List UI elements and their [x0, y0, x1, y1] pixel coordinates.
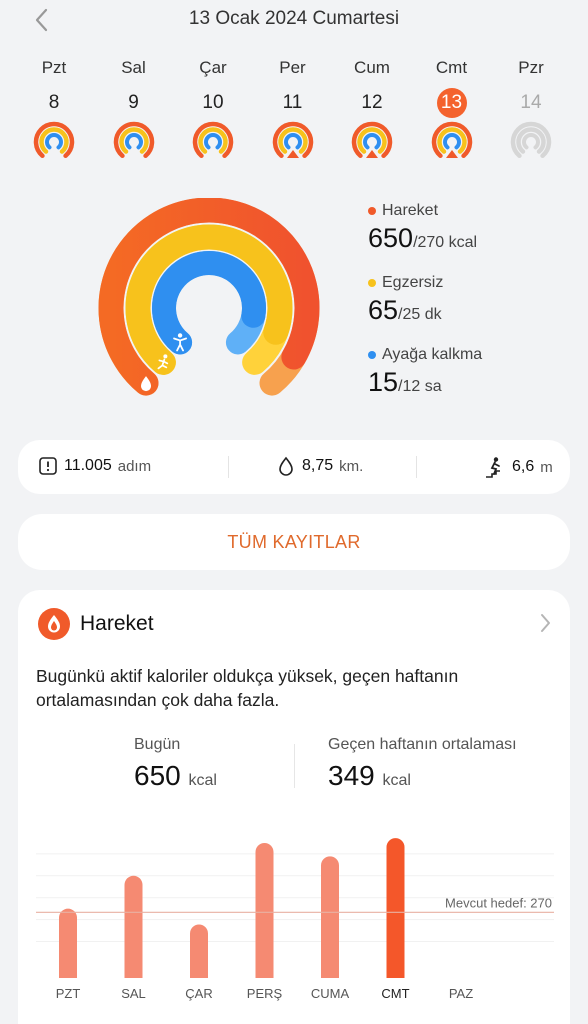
mini-rings-icon: [272, 121, 313, 159]
day-number: 11: [282, 92, 303, 113]
distance-stat: 8,75 km.: [276, 456, 363, 476]
day-number: 12: [361, 92, 383, 113]
exercise-value: 65/25 dk: [368, 295, 442, 325]
bar-cmt: [386, 838, 405, 978]
climb-stat: 6,6 m: [484, 456, 553, 478]
average-value: 349 kcal: [328, 760, 411, 791]
day-cum[interactable]: Cum 12: [332, 52, 412, 164]
day-name: Cum: [354, 58, 390, 77]
weekly-calories-chart: PZT SAL ÇAR PERŞ CUMA CMT PAZ Mevcut hedef: 270: [36, 838, 554, 1001]
day-number: 14: [520, 92, 542, 113]
x-tick-label: CMT: [381, 986, 409, 1001]
activity-rings: [98, 198, 320, 396]
top-bar: 13 Ocak 2024 Cumartesi: [0, 0, 588, 40]
day-pzr[interactable]: Pzr 14: [491, 52, 571, 164]
stairs-climb-icon: [486, 457, 500, 478]
divider: [416, 456, 417, 478]
week-selector: Pzt 8 Sal 9 Çar 10 Per 11 Cum 12 Cmt 13 Pzr 14: [14, 52, 574, 172]
day-çar[interactable]: Çar 10: [173, 52, 253, 164]
x-tick-label: PERŞ: [247, 986, 283, 1001]
day-number: 10: [202, 92, 224, 113]
day-number: 8: [48, 92, 60, 113]
today-summary: Bugün 650 kcal: [134, 736, 217, 792]
stand-dot: [368, 351, 376, 359]
exercise-dot: [368, 279, 376, 287]
stand-legend: Ayağa kalkma 15/12 sa: [368, 342, 578, 414]
climb-unit: m: [540, 458, 553, 476]
move-card[interactable]: Hareket Bugünkü aktif kaloriler oldukça …: [18, 590, 570, 1024]
steps-stat: 11.005 adım: [38, 456, 151, 476]
bar-perş: [255, 842, 274, 978]
divider: [294, 744, 295, 788]
distance-value: 8,75: [302, 457, 334, 474]
today-value: 650 kcal: [134, 760, 217, 791]
day-per[interactable]: Per 11: [253, 52, 333, 164]
goal-label: Mevcut hedef: 270: [445, 895, 552, 910]
x-tick-label: PZT: [56, 986, 81, 1001]
move-legend: Hareket 650/270 kcal: [368, 198, 578, 270]
mini-rings-icon: [510, 121, 552, 159]
day-number: 9: [128, 92, 139, 113]
move-dot: [368, 207, 376, 215]
day-pzt[interactable]: Pzt 8: [14, 52, 94, 164]
day-cmt[interactable]: Cmt 13: [412, 52, 492, 164]
chevron-right-icon[interactable]: [538, 612, 552, 634]
day-name: Per: [279, 58, 306, 77]
x-tick-label: PAZ: [449, 986, 473, 1001]
day-name: Pzt: [41, 58, 67, 77]
climb-value: 6,6: [512, 458, 535, 475]
steps-icon: [39, 457, 57, 475]
mini-rings-icon: [431, 121, 472, 159]
daily-stats-card[interactable]: 11.005 adım 8,75 km. 6,6 m: [18, 440, 570, 494]
bar-cuma: [321, 856, 339, 978]
bar-pzt: [59, 908, 77, 978]
steps-unit: adım: [117, 457, 152, 475]
exercise-label: Egzersiz: [382, 274, 444, 291]
flame-icon: [38, 608, 70, 640]
today-label: Bugün: [134, 736, 181, 753]
mini-rings-icon: [192, 121, 234, 159]
day-name: Sal: [121, 58, 146, 77]
exercise-legend: Egzersiz 65/25 dk: [368, 270, 578, 342]
x-tick-label: ÇAR: [185, 986, 212, 1001]
day-name: Cmt: [435, 58, 468, 77]
card-title: Hareket: [80, 612, 154, 635]
average-label: Geçen haftanın ortalaması: [328, 736, 517, 753]
divider: [228, 456, 229, 478]
page-title: 13 Ocak 2024 Cumartesi: [188, 8, 400, 29]
day-number: 13: [436, 88, 467, 118]
mini-rings-icon: [351, 121, 393, 159]
move-label: Hareket: [382, 202, 439, 219]
average-summary: Geçen haftanın ortalaması 349 kcal: [328, 736, 517, 792]
stand-label: Ayağa kalkma: [382, 346, 483, 363]
mini-rings-icon: [33, 121, 75, 159]
card-description: Bugünkü aktif kaloriler oldukça yüksek, …: [36, 666, 459, 710]
x-tick-label: CUMA: [311, 986, 350, 1001]
rings-legend: Hareket 650/270 kcal Egzersiz 65/25 dk A…: [368, 198, 578, 414]
steps-value: 11.005: [64, 457, 112, 474]
move-value: 650/270 kcal: [368, 223, 478, 253]
x-tick-label: SAL: [121, 986, 146, 1001]
mini-rings-icon: [113, 121, 154, 159]
bar-sal: [124, 875, 143, 978]
stand-value: 15/12 sa: [368, 367, 442, 397]
day-sal[interactable]: Sal 9: [94, 52, 174, 164]
distance-unit: km.: [339, 457, 364, 475]
day-name: Pzr: [518, 58, 544, 77]
day-name: Çar: [199, 58, 227, 77]
footprint-icon: [279, 456, 293, 476]
all-records-button[interactable]: TÜM KAYITLAR: [18, 514, 570, 570]
bar-çar: [190, 924, 208, 978]
